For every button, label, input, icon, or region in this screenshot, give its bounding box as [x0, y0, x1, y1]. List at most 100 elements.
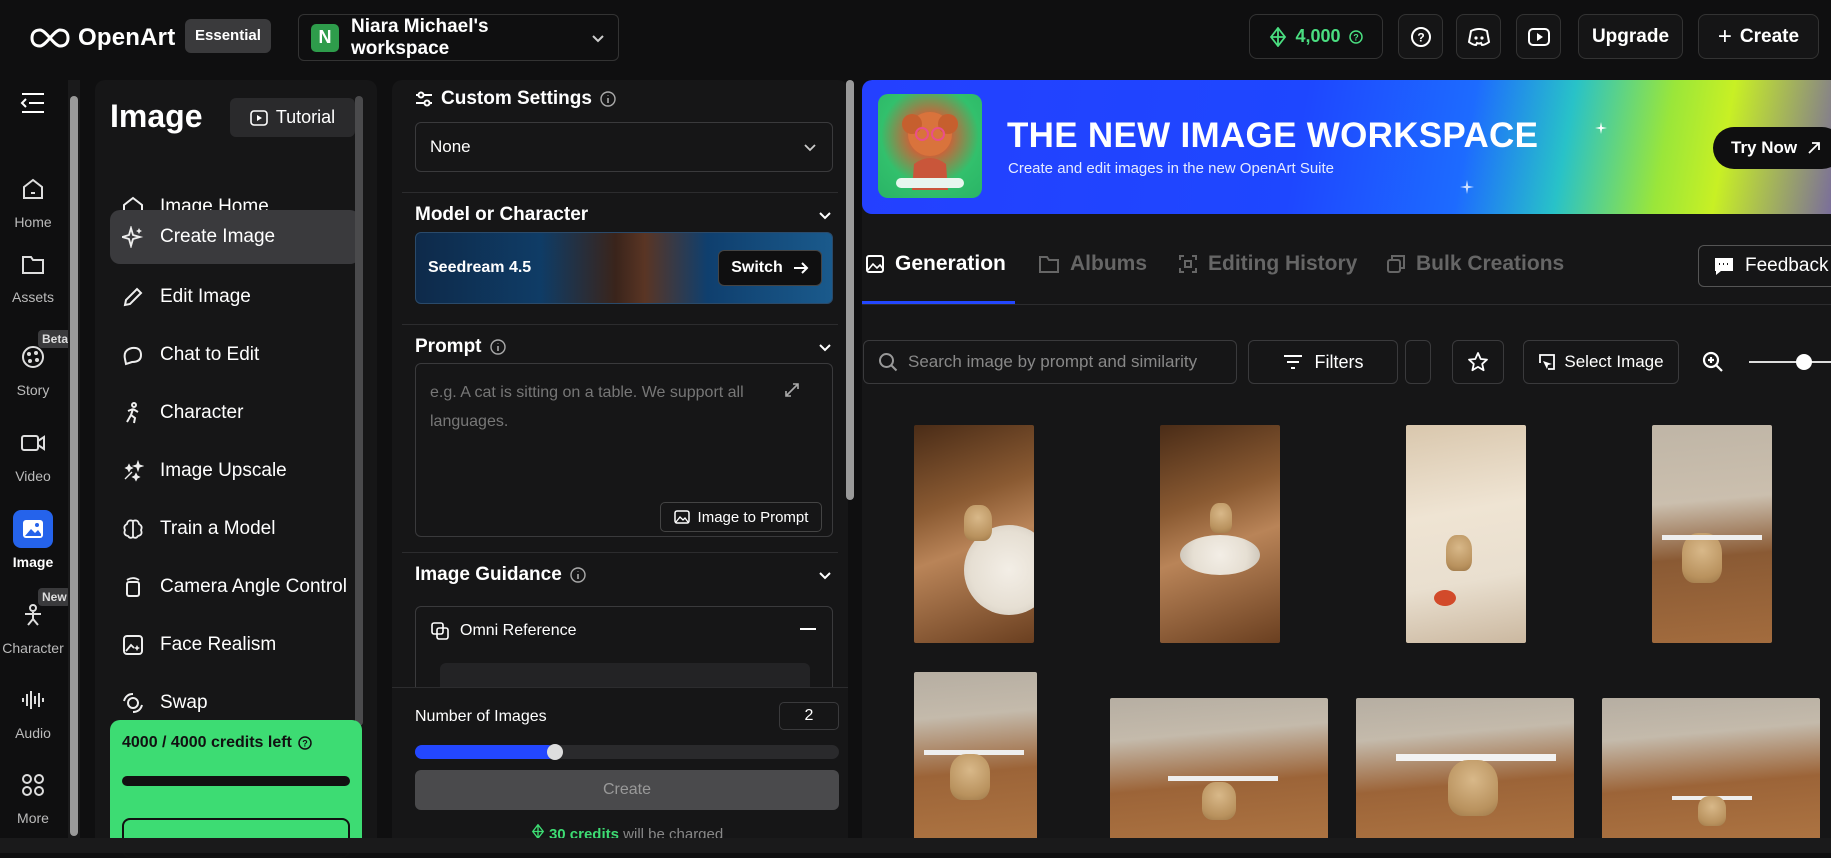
settings-scrollbar[interactable] — [846, 80, 854, 500]
credits-summary: 4000 / 4000 credits left ? — [122, 734, 350, 752]
image-to-prompt-label: Image to Prompt — [697, 508, 809, 526]
image-to-prompt-button[interactable]: Image to Prompt — [660, 502, 822, 532]
chat-bubble-icon — [1715, 258, 1733, 275]
custom-settings-header: Custom Settings — [415, 88, 616, 110]
nav-item-chat-to-edit[interactable]: Chat to Edit — [110, 328, 360, 382]
rail-collapse-button[interactable] — [0, 92, 66, 114]
rail-item-assets[interactable]: Assets — [0, 245, 66, 305]
omni-reference-label: Omni Reference — [460, 622, 577, 639]
tutorial-label: Tutorial — [275, 107, 336, 127]
search-input[interactable]: Search image by prompt and similarity — [863, 340, 1237, 384]
model-name: Seedream 4.5 — [428, 259, 532, 276]
subnav-title: Image — [110, 98, 203, 134]
workspace-name: Niara Michael's workspace — [351, 15, 489, 59]
guidance-section-header[interactable]: Image Guidance — [415, 564, 833, 586]
left-rail: Home Assets Story Beta Video Image Chara… — [0, 72, 73, 853]
nav-item-label: Train a Model — [160, 518, 276, 539]
openart-logo[interactable]: OpenArt — [30, 24, 175, 52]
slider-knob[interactable] — [546, 744, 563, 760]
nav-item-create-image[interactable]: Create Image — [110, 210, 360, 264]
youtube-button[interactable] — [1516, 14, 1561, 59]
plate-shape — [1180, 535, 1260, 575]
promo-banner[interactable]: THE NEW IMAGE WORKSPACE Create and edit … — [862, 80, 1831, 214]
create-image-button[interactable]: Create — [415, 770, 839, 810]
number-of-images-input[interactable]: 2 — [779, 702, 839, 730]
tab-bulk-creations[interactable]: Bulk Creations — [1386, 252, 1564, 276]
try-now-button[interactable]: Try Now — [1713, 127, 1831, 169]
brand-name: OpenArt — [78, 24, 176, 51]
rail-item-image[interactable]: Image — [0, 510, 66, 570]
image-stack-icon — [866, 255, 884, 273]
svg-text:?: ? — [1417, 30, 1424, 44]
tutorial-button[interactable]: Tutorial — [230, 98, 355, 137]
rail-item-audio[interactable]: Audio — [0, 681, 66, 741]
prompt-section-header[interactable]: Prompt — [415, 336, 833, 358]
custom-settings-select[interactable]: None — [415, 122, 833, 172]
generated-image[interactable] — [914, 672, 1037, 853]
tab-albums[interactable]: Albums — [1038, 252, 1147, 276]
nav-item-image-upscale[interactable]: Image Upscale — [110, 444, 360, 498]
select-image-button[interactable]: Select Image — [1523, 340, 1679, 384]
model-section-header[interactable]: Model or Character — [415, 204, 833, 226]
credits-balance[interactable]: 4,000 ? — [1249, 14, 1383, 59]
filter-extra-button[interactable] — [1405, 340, 1431, 384]
question-icon: ? — [1410, 26, 1431, 47]
upgrade-button[interactable]: Upgrade — [1578, 14, 1683, 59]
info-icon — [600, 91, 616, 107]
expand-icon[interactable] — [784, 382, 800, 398]
favorites-button[interactable] — [1452, 340, 1504, 384]
model-card[interactable]: Seedream 4.5 Switch — [415, 232, 833, 304]
nav-item-label: Create Image — [160, 226, 276, 247]
pencil-icon — [123, 287, 143, 307]
arrow-up-right-icon — [1808, 142, 1821, 154]
collapse-minus-icon[interactable] — [800, 627, 816, 631]
rail-label: More — [17, 810, 49, 826]
prompt-textarea[interactable]: e.g. A cat is sitting on a table. We sup… — [415, 363, 833, 537]
nav-item-character[interactable]: Character — [110, 386, 360, 440]
filters-button[interactable]: Filters — [1248, 340, 1398, 384]
switch-model-button[interactable]: Switch — [718, 250, 822, 286]
image-icon — [23, 520, 43, 538]
zoom-slider[interactable] — [1749, 361, 1831, 363]
infinity-logo-icon — [30, 28, 70, 48]
generated-image[interactable] — [1110, 698, 1328, 853]
number-of-images-slider[interactable] — [415, 744, 839, 760]
create-button[interactable]: + Create — [1698, 14, 1819, 59]
zoom-in-icon[interactable] — [1701, 350, 1725, 374]
workspace-switcher[interactable]: N Niara Michael's workspace — [298, 14, 619, 61]
discord-button[interactable] — [1456, 14, 1501, 59]
generated-image[interactable] — [1602, 698, 1820, 853]
main-content: THE NEW IMAGE WORKSPACE Create and edit … — [862, 80, 1831, 853]
person-running-icon — [126, 402, 139, 424]
subnav-scrollbar[interactable] — [355, 96, 363, 726]
select-cursor-icon — [1539, 354, 1556, 370]
rail-item-home[interactable]: Home — [0, 170, 66, 230]
diamond-icon — [531, 823, 544, 840]
generated-image[interactable] — [1160, 425, 1280, 643]
generated-image[interactable] — [914, 425, 1034, 643]
rail-label: Home — [14, 214, 52, 230]
teddy-bear-shape — [1210, 503, 1232, 533]
rail-item-more[interactable]: More — [0, 766, 66, 826]
nav-item-camera-angle[interactable]: Camera Angle Control — [110, 560, 360, 614]
generated-image[interactable] — [1356, 698, 1574, 853]
nav-item-face-realism[interactable]: Face Realism — [110, 618, 360, 672]
filter-lines-icon — [1283, 355, 1302, 369]
generated-image[interactable] — [1652, 425, 1772, 643]
banner-subtitle: Create and edit images in the new OpenAr… — [1008, 160, 1335, 177]
nav-item-train-model[interactable]: Train a Model — [110, 502, 360, 556]
tab-generation[interactable]: Generation — [865, 252, 1006, 276]
zoom-slider-knob[interactable] — [1796, 354, 1812, 370]
generated-image[interactable] — [1406, 425, 1526, 643]
help-circle-icon: ? — [298, 736, 312, 750]
poodle-illustration-icon — [896, 112, 964, 190]
swap-face-icon — [123, 693, 143, 713]
tab-editing-history[interactable]: Editing History — [1178, 252, 1357, 276]
feedback-button[interactable]: Feedback — [1698, 245, 1831, 287]
rail-scrollbar-thumb[interactable] — [70, 96, 78, 836]
nav-item-edit-image[interactable]: Edit Image — [110, 270, 360, 324]
rail-item-video[interactable]: Video — [0, 424, 66, 484]
teddy-bear-shape — [950, 754, 990, 800]
rail-label: Character — [2, 640, 64, 656]
help-button[interactable]: ? — [1398, 14, 1443, 59]
